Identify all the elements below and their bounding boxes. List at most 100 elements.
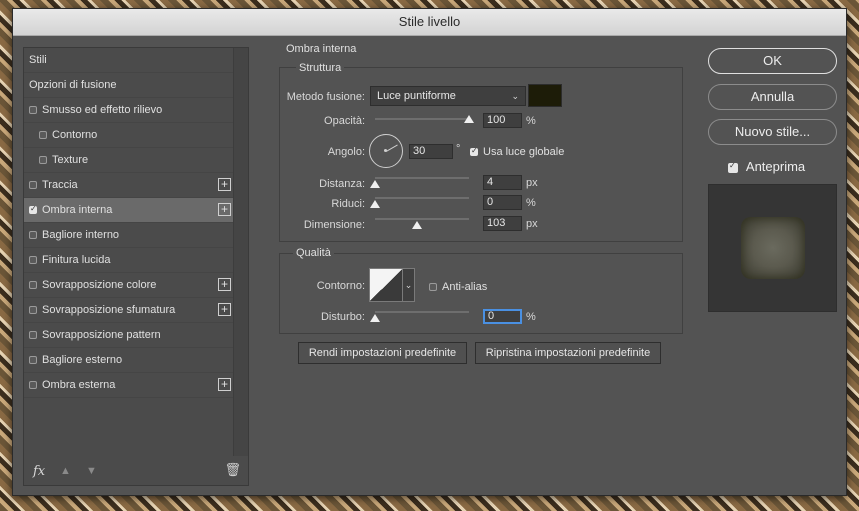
style-item-label: Bagliore interno [42, 229, 120, 241]
add-effect-plus-icon[interactable]: + [218, 378, 231, 391]
antialias-checkbox[interactable] [429, 283, 437, 292]
noise-slider-thumb[interactable] [370, 314, 380, 322]
style-item-label: Opzioni di fusione [29, 79, 117, 91]
styles-list-scrollbar[interactable] [233, 48, 248, 456]
style-item[interactable]: Sovrapposizione sfumatura + [24, 298, 234, 323]
ok-button[interactable]: OK [708, 48, 837, 74]
distance-unit: px [526, 177, 538, 189]
quality-title: Qualità [293, 247, 334, 259]
angle-label: Angolo: [327, 146, 365, 158]
style-item-checkbox[interactable] [29, 281, 37, 289]
add-effect-plus-icon[interactable]: + [218, 178, 231, 191]
window-title: Stile livello [13, 9, 846, 36]
trash-icon[interactable]: 🗑 [224, 462, 241, 478]
style-item-label: Ombra interna [42, 204, 113, 216]
style-item-label: Sovrapposizione colore [42, 279, 157, 291]
preview-box [708, 184, 837, 312]
contour-label: Contorno: [316, 280, 365, 292]
add-effect-plus-icon[interactable]: + [218, 203, 231, 216]
blend-mode-value: Luce puntiforme [377, 90, 456, 102]
style-item-checkbox[interactable] [29, 204, 37, 214]
style-item-checkbox[interactable] [29, 231, 37, 239]
antialias-label: Anti-alias [442, 281, 488, 293]
opacity-slider-track[interactable] [375, 118, 469, 120]
angle-dial[interactable] [369, 134, 403, 168]
choke-label: Riduci: [331, 198, 365, 210]
style-item-checkbox[interactable] [39, 131, 47, 139]
style-item-label: Smusso ed effetto rilievo [42, 104, 163, 116]
cancel-button[interactable]: Annulla [708, 84, 837, 110]
style-item-checkbox[interactable] [29, 106, 37, 114]
preview-toggle[interactable]: Anteprima [728, 159, 805, 174]
section-title: Ombra interna [286, 43, 357, 55]
reset-default-button[interactable]: Ripristina impostazioni predefinite [475, 342, 661, 364]
style-item-checkbox[interactable] [29, 256, 37, 264]
style-item-label: Ombra esterna [42, 379, 116, 391]
add-effect-plus-icon[interactable]: + [218, 278, 231, 291]
size-slider-thumb[interactable] [412, 221, 423, 229]
preview-checkbox[interactable] [728, 161, 738, 173]
noise-slider-track[interactable] [375, 311, 469, 313]
style-item[interactable]: Sovrapposizione colore + [24, 273, 234, 298]
style-item-label: Texture [52, 154, 89, 166]
blend-mode-label: Metodo fusione: [286, 91, 365, 103]
arrow-down-icon[interactable]: ▼ [86, 465, 97, 477]
style-item-label: Bagliore esterno [42, 354, 123, 366]
contour-dropdown[interactable]: ⌄ [403, 268, 415, 302]
angle-dial-center [384, 149, 387, 152]
global-light-toggle[interactable]: Usa luce globale [470, 146, 564, 158]
style-item-checkbox[interactable] [29, 381, 37, 389]
antialias-toggle[interactable]: Anti-alias [429, 281, 487, 293]
opacity-label: Opacità: [324, 115, 365, 127]
distance-input[interactable]: 4 [483, 175, 522, 190]
make-default-button[interactable]: Rendi impostazioni predefinite [298, 342, 467, 364]
style-item[interactable]: Sovrapposizione pattern [24, 323, 234, 348]
style-item[interactable]: Bagliore esterno [24, 348, 234, 373]
style-item[interactable]: Contorno [24, 123, 234, 148]
noise-input[interactable]: 0 [483, 309, 522, 324]
style-item-label: Contorno [52, 129, 98, 141]
style-item-label: Stili [29, 54, 47, 66]
shadow-color-swatch[interactable] [528, 84, 562, 107]
angle-dial-needle [386, 144, 398, 152]
choke-slider-track[interactable] [375, 197, 469, 199]
style-item-checkbox[interactable] [29, 181, 37, 189]
size-input[interactable]: 103 [483, 216, 522, 231]
styles-list: Stili Opzioni di fusione Smusso ed effetto… [24, 48, 234, 398]
opacity-input[interactable]: 100 [483, 113, 522, 128]
style-item-checkbox[interactable] [29, 331, 37, 339]
global-light-checkbox[interactable] [470, 146, 478, 157]
choke-slider-thumb[interactable] [370, 200, 380, 208]
style-item[interactable]: Ombra interna + [24, 198, 234, 223]
layer-style-dialog: Stile livello Stili Opzioni di fusione Smu… [12, 8, 847, 496]
angle-unit: ° [456, 143, 461, 155]
contour-preview[interactable] [369, 268, 403, 302]
style-item-checkbox[interactable] [39, 156, 47, 164]
style-item-checkbox[interactable] [29, 356, 37, 364]
style-item[interactable]: Opzioni di fusione [24, 73, 234, 98]
style-item[interactable]: Ombra esterna + [24, 373, 234, 398]
style-item[interactable]: Traccia + [24, 173, 234, 198]
style-item-checkbox[interactable] [29, 306, 37, 314]
style-item-label: Traccia [42, 179, 78, 191]
choke-input[interactable]: 0 [483, 195, 522, 210]
opacity-slider-thumb[interactable] [464, 115, 474, 123]
arrow-up-icon[interactable]: ▲ [60, 465, 71, 477]
distance-slider-track[interactable] [375, 177, 469, 179]
style-item[interactable]: Stili [24, 48, 234, 73]
preview-shape [741, 217, 805, 279]
add-effect-plus-icon[interactable]: + [218, 303, 231, 316]
global-light-label: Usa luce globale [483, 146, 565, 158]
size-unit: px [526, 218, 538, 230]
style-item[interactable]: Smusso ed effetto rilievo [24, 98, 234, 123]
style-item[interactable]: Texture [24, 148, 234, 173]
style-item[interactable]: Finitura lucida [24, 248, 234, 273]
blend-mode-select[interactable]: Luce puntiforme ⌄ [370, 86, 526, 106]
style-item-label: Finitura lucida [42, 254, 111, 266]
distance-slider-thumb[interactable] [370, 180, 380, 188]
angle-input[interactable]: 30 [409, 144, 453, 159]
style-item[interactable]: Bagliore interno [24, 223, 234, 248]
size-slider-track[interactable] [375, 218, 469, 220]
new-style-button[interactable]: Nuovo stile... [708, 119, 837, 145]
fx-icon[interactable]: fx [33, 464, 45, 479]
